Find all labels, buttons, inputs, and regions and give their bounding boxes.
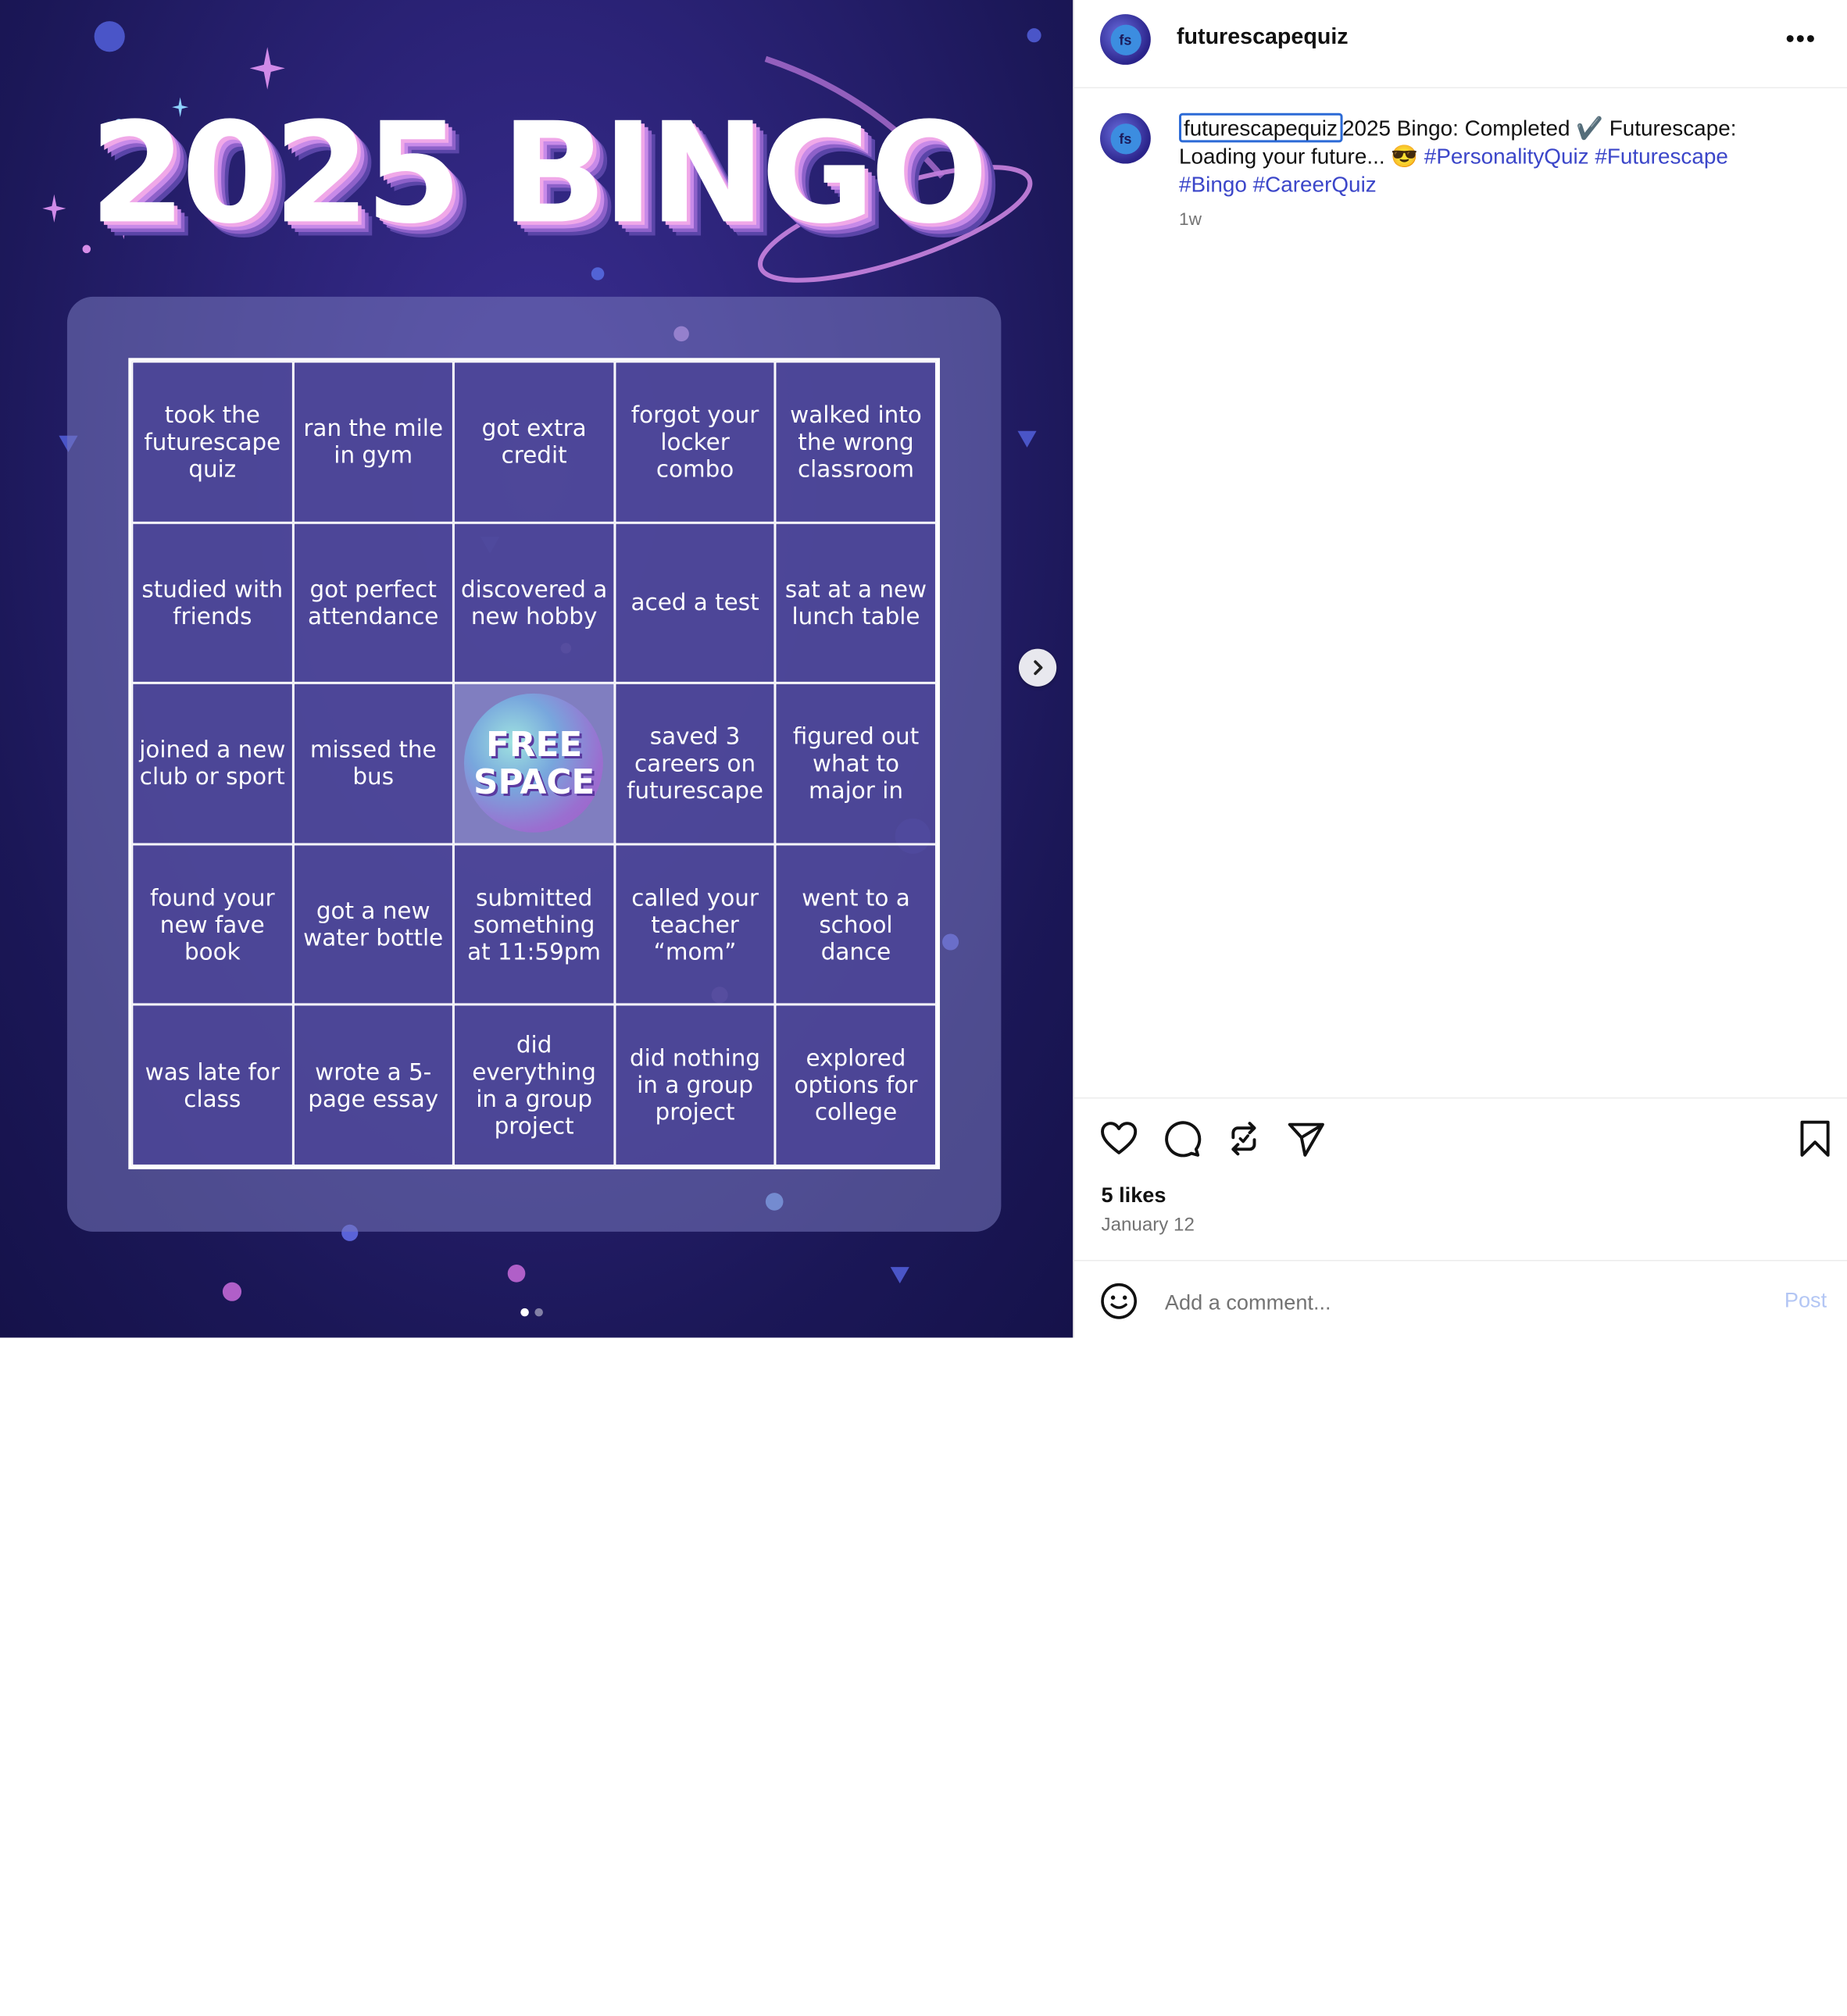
bingo-cell: forgot your locker combo — [614, 361, 776, 523]
header-username[interactable]: futurescapequiz — [1177, 25, 1349, 51]
hashtag-link[interactable]: #Futurescape — [1595, 144, 1728, 169]
bingo-cell: did everything in a group project — [453, 1004, 615, 1166]
hashtag-link[interactable]: #Bingo — [1179, 172, 1247, 197]
bingo-cell: joined a new club or sport — [131, 683, 293, 844]
comment-input[interactable] — [1162, 1283, 1733, 1322]
smiley-icon[interactable] — [1100, 1283, 1138, 1320]
free-space-cell: FREE SPACE — [453, 683, 615, 844]
post-date: January 12 — [1101, 1215, 1195, 1236]
free-space-orb: FREE SPACE — [464, 694, 604, 833]
bingo-cell: sat at a new lunch table — [775, 522, 937, 683]
more-options-button[interactable]: ••• — [1785, 23, 1816, 54]
bingo-grid: took the futurescape quiz ran the mile i… — [128, 358, 940, 1169]
decor-star — [1027, 28, 1041, 43]
bingo-cell: called your teacher “mom” — [614, 844, 776, 1005]
bingo-cell: took the futurescape quiz — [131, 361, 293, 523]
send-icon[interactable] — [1286, 1119, 1326, 1158]
caption-timestamp[interactable]: 1w — [1179, 209, 1202, 230]
decor-star — [94, 21, 125, 52]
bingo-cell: missed the bus — [292, 683, 454, 844]
bookmark-icon[interactable] — [1795, 1119, 1834, 1158]
bingo-cell: studied with friends — [131, 522, 293, 683]
carousel-indicator — [520, 1308, 543, 1317]
repost-icon[interactable] — [1224, 1119, 1263, 1158]
bingo-cell: explored options for college — [775, 1004, 937, 1166]
like-count[interactable]: 5 likes — [1102, 1183, 1166, 1208]
bingo-cell: aced a test — [614, 522, 776, 683]
bingo-cell: did nothing in a group project — [614, 1004, 776, 1166]
bingo-cell: got a new water bottle — [292, 844, 454, 1005]
decor-star — [591, 267, 605, 280]
bingo-cell: got extra credit — [453, 361, 615, 523]
bingo-cell: figured out what to major in — [775, 683, 937, 844]
avatar-initials: fs — [1109, 23, 1141, 55]
avatar-initials: fs — [1109, 123, 1141, 154]
comment-bubble-icon[interactable] — [1161, 1119, 1202, 1158]
carousel-dot — [534, 1308, 543, 1317]
divider — [1074, 87, 1847, 89]
bingo-cell: ran the mile in gym — [292, 361, 454, 523]
decor-triangle — [1017, 430, 1037, 448]
decor-star — [507, 1265, 526, 1283]
post-image: 2025 BINGO took the futurescape quiz ran… — [0, 0, 1074, 1338]
bingo-title: 2025 BINGO — [89, 91, 988, 255]
decor-triangle — [890, 1267, 909, 1284]
hashtag-link[interactable]: #CareerQuiz — [1253, 172, 1377, 197]
carousel-next-button[interactable] — [1018, 648, 1057, 687]
free-space-word: SPACE — [473, 762, 595, 803]
avatar[interactable]: fs — [1100, 14, 1151, 65]
bingo-cell: wrote a 5-page essay — [292, 1004, 454, 1166]
bingo-cell: walked into the wrong classroom — [775, 361, 937, 523]
bingo-cell: got perfect attendance — [292, 522, 454, 683]
bingo-cell: saved 3 careers on futurescape — [614, 683, 776, 844]
heart-icon[interactable] — [1099, 1119, 1138, 1158]
post-caption: futurescapequiz 2025 Bingo: Completed ✔️ … — [1179, 112, 1792, 199]
caption-username[interactable]: futurescapequiz — [1179, 112, 1342, 143]
carousel-dot — [520, 1308, 529, 1317]
free-space-word: FREE — [485, 724, 583, 765]
sparkle-icon — [249, 47, 285, 90]
post-side-panel: fs futurescapequiz ••• fs futurescapequi… — [1073, 0, 1847, 1338]
avatar[interactable]: fs — [1100, 112, 1151, 164]
chevron-right-icon — [1034, 660, 1043, 676]
decor-star — [222, 1282, 242, 1301]
post-comment-button[interactable]: Post — [1784, 1288, 1827, 1313]
bingo-cell: submitted something at 11:59pm — [453, 844, 615, 1005]
divider — [1074, 1097, 1847, 1099]
bingo-cell: discovered a new hobby — [453, 522, 615, 683]
bingo-cell: was late for class — [131, 1004, 293, 1166]
bingo-cell: found your new fave book — [131, 844, 293, 1005]
bingo-cell: went to a school dance — [775, 844, 937, 1005]
divider — [1074, 1260, 1847, 1261]
hashtag-link[interactable]: #PersonalityQuiz — [1424, 144, 1589, 169]
